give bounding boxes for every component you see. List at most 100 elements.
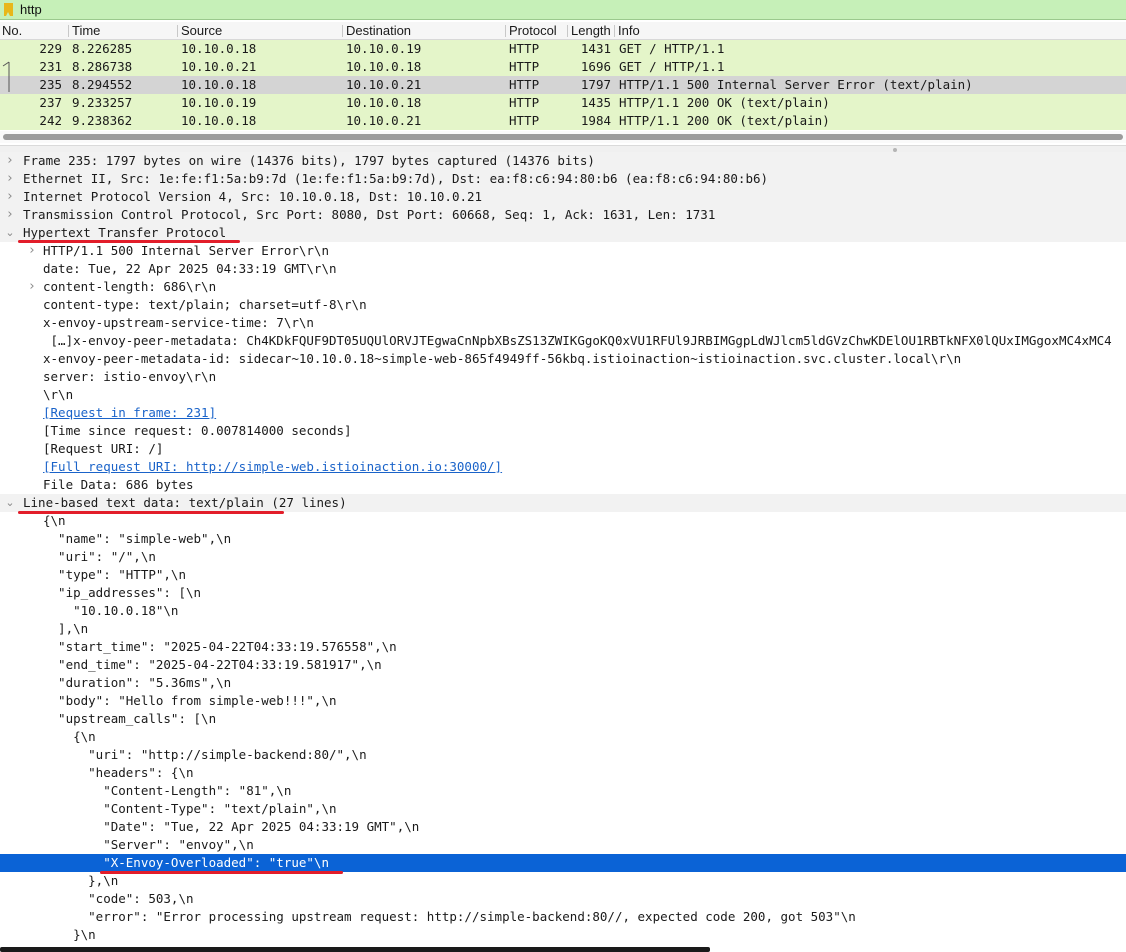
detail-text: {\n xyxy=(43,513,66,528)
detail-tree-item[interactable]: "body": "Hello from simple-web!!!",\n xyxy=(0,692,1126,710)
detail-text: "10.10.0.18"\n xyxy=(43,603,179,618)
detail-tree-item[interactable]: {\n xyxy=(0,512,1126,530)
chevron-right-icon[interactable]: › xyxy=(5,206,15,224)
details-horizontal-scrollbar[interactable] xyxy=(0,947,710,952)
column-header-time[interactable]: Time xyxy=(72,23,172,39)
detail-text: "code": 503,\n xyxy=(43,891,194,906)
detail-tree-item[interactable]: x-envoy-peer-metadata-id: sidecar~10.10.… xyxy=(0,350,1126,368)
chevron-right-icon[interactable]: › xyxy=(5,152,15,170)
detail-text: "duration": "5.36ms",\n xyxy=(43,675,232,690)
detail-tree-item[interactable]: "name": "simple-web",\n xyxy=(0,530,1126,548)
cell-source: 10.10.0.18 xyxy=(181,41,257,56)
detail-tree-item[interactable]: content-type: text/plain; charset=utf-8\… xyxy=(0,296,1126,314)
annotation-underline xyxy=(18,511,284,514)
detail-text: "uri": "/",\n xyxy=(43,549,156,564)
packet-list-horizontal-scrollbar[interactable] xyxy=(0,131,1126,143)
detail-text: {\n xyxy=(43,729,96,744)
column-header-protocol[interactable]: Protocol xyxy=(509,23,564,39)
detail-tree-item[interactable]: "Content-Length": "81",\n xyxy=(0,782,1126,800)
detail-tree-item[interactable]: "Server": "envoy",\n xyxy=(0,836,1126,854)
detail-tree-item[interactable]: "end_time": "2025-04-22T04:33:19.581917"… xyxy=(0,656,1126,674)
detail-tree-section[interactable]: › Internet Protocol Version 4, Src: 10.10… xyxy=(0,188,1126,206)
packet-row[interactable]: 231 8.286738 10.10.0.21 10.10.0.18 HTTP 1696 G… xyxy=(0,58,1126,76)
column-header-no[interactable]: No. xyxy=(2,23,62,39)
cell-info: HTTP/1.1 200 OK (text/plain) xyxy=(619,95,830,110)
column-header-source[interactable]: Source xyxy=(181,23,336,39)
chevron-right-icon[interactable]: › xyxy=(27,278,37,296)
display-filter-input[interactable] xyxy=(18,1,1122,18)
bookmark-icon[interactable] xyxy=(4,3,13,16)
chevron-down-icon[interactable]: ⌄ xyxy=(5,494,15,512)
detail-text: "Content-Length": "81",\n xyxy=(43,783,292,798)
detail-text: "upstream_calls": [\n xyxy=(43,711,217,726)
chevron-down-icon[interactable]: ⌄ xyxy=(5,224,15,242)
detail-text: "ip_addresses": [\n xyxy=(43,585,202,600)
detail-text: }\n xyxy=(43,927,96,942)
detail-text: [Request URI: /] xyxy=(43,441,164,456)
detail-tree-item[interactable]: },\n xyxy=(0,872,1126,890)
detail-text: server: istio-envoy\r\n xyxy=(43,369,217,384)
detail-tree-item[interactable]: \r\n xyxy=(0,386,1126,404)
detail-tree-section[interactable]: › Frame 235: 1797 bytes on wire (14376 bi… xyxy=(0,152,1126,170)
packet-row[interactable]: 229 8.226285 10.10.0.18 10.10.0.19 HTTP 1431 G… xyxy=(0,40,1126,58)
detail-text: [Time since request: 0.007814000 seconds… xyxy=(43,423,352,438)
detail-tree-section[interactable]: › Ethernet II, Src: 1e:fe:f1:5a:b9:7d (1e… xyxy=(0,170,1126,188)
detail-tree-item[interactable]: "start_time": "2025-04-22T04:33:19.57655… xyxy=(0,638,1126,656)
detail-tree-item[interactable]: ],\n xyxy=(0,620,1126,638)
detail-text: Ethernet II, Src: 1e:fe:f1:5a:b9:7d (1e:… xyxy=(23,171,769,186)
packet-row[interactable]: 235 8.294552 10.10.0.18 10.10.0.21 HTTP 1797 H… xyxy=(0,76,1126,94)
detail-tree-item[interactable]: }\n xyxy=(0,926,1126,944)
detail-tree-item[interactable]: "X-Envoy-Overloaded": "true"\n xyxy=(0,854,1126,872)
chevron-right-icon[interactable]: › xyxy=(27,242,37,260)
detail-text: File Data: 686 bytes xyxy=(43,477,194,492)
detail-tree-item[interactable]: "error": "Error processing upstream requ… xyxy=(0,908,1126,926)
detail-tree-section[interactable]: › Transmission Control Protocol, Src Port… xyxy=(0,206,1126,224)
detail-tree-item[interactable]: "headers": {\n xyxy=(0,764,1126,782)
detail-tree-item[interactable]: "10.10.0.18"\n xyxy=(0,602,1126,620)
scrollbar-thumb[interactable] xyxy=(3,134,1123,140)
detail-tree-item[interactable]: "ip_addresses": [\n xyxy=(0,584,1126,602)
cell-no: 229 xyxy=(39,41,62,56)
detail-tree-item[interactable]: "type": "HTTP",\n xyxy=(0,566,1126,584)
cell-no: 237 xyxy=(39,95,62,110)
detail-tree-item[interactable]: "duration": "5.36ms",\n xyxy=(0,674,1126,692)
detail-tree-item[interactable]: "uri": "http://simple-backend:80/",\n xyxy=(0,746,1126,764)
detail-tree-item[interactable]: [Request URI: /] xyxy=(0,440,1126,458)
detail-text: content-length: 686\r\n xyxy=(43,279,217,294)
cell-time: 8.226285 xyxy=(72,41,133,56)
detail-tree-item[interactable]: server: istio-envoy\r\n xyxy=(0,368,1126,386)
cell-protocol: HTTP xyxy=(509,95,540,110)
packet-row[interactable]: 242 9.238362 10.10.0.18 10.10.0.21 HTTP 1984 H… xyxy=(0,112,1126,130)
cell-info: GET / HTTP/1.1 xyxy=(619,41,725,56)
detail-tree-item[interactable]: › HTTP/1.1 500 Internal Server Error\r\n xyxy=(0,242,1126,260)
detail-tree-section[interactable]: ⌄ Line-based text data: text/plain (27 li… xyxy=(0,494,1126,512)
detail-tree-item[interactable]: [Time since request: 0.007814000 seconds… xyxy=(0,422,1126,440)
detail-tree-item[interactable]: [Full request URI: http://simple-web.ist… xyxy=(0,458,1126,476)
detail-tree-item[interactable]: […]x-envoy-peer-metadata: Ch4KDkFQUF9DT0… xyxy=(0,332,1126,350)
detail-tree-item[interactable]: {\n xyxy=(0,728,1126,746)
detail-tree-item[interactable]: "Date": "Tue, 22 Apr 2025 04:33:19 GMT",… xyxy=(0,818,1126,836)
detail-tree-item[interactable]: "code": 503,\n xyxy=(0,890,1126,908)
detail-tree-item[interactable]: [Request in frame: 231] xyxy=(0,404,1126,422)
column-header-info[interactable]: Info xyxy=(618,23,1018,39)
detail-link[interactable]: [Full request URI: http://simple-web.ist… xyxy=(43,458,502,476)
detail-text: "error": "Error processing upstream requ… xyxy=(43,909,856,924)
detail-text: content-type: text/plain; charset=utf-8\… xyxy=(43,297,367,312)
detail-tree-item[interactable]: "uri": "/",\n xyxy=(0,548,1126,566)
detail-tree-item[interactable]: x-envoy-upstream-service-time: 7\r\n xyxy=(0,314,1126,332)
display-filter-bar xyxy=(0,0,1126,20)
cell-protocol: HTTP xyxy=(509,77,540,92)
chevron-right-icon[interactable]: › xyxy=(5,170,15,188)
detail-text: "headers": {\n xyxy=(43,765,194,780)
column-header-destination[interactable]: Destination xyxy=(346,23,501,39)
detail-tree-item[interactable]: "upstream_calls": [\n xyxy=(0,710,1126,728)
column-header-length[interactable]: Length xyxy=(571,23,611,39)
cell-protocol: HTTP xyxy=(509,41,540,56)
detail-tree-item[interactable]: date: Tue, 22 Apr 2025 04:33:19 GMT\r\n xyxy=(0,260,1126,278)
packet-row[interactable]: 237 9.233257 10.10.0.19 10.10.0.18 HTTP 1435 H… xyxy=(0,94,1126,112)
detail-tree-item[interactable]: › content-length: 686\r\n xyxy=(0,278,1126,296)
chevron-right-icon[interactable]: › xyxy=(5,188,15,206)
detail-tree-item[interactable]: "Content-Type": "text/plain",\n xyxy=(0,800,1126,818)
detail-link[interactable]: [Request in frame: 231] xyxy=(43,404,216,422)
detail-tree-item[interactable]: File Data: 686 bytes xyxy=(0,476,1126,494)
